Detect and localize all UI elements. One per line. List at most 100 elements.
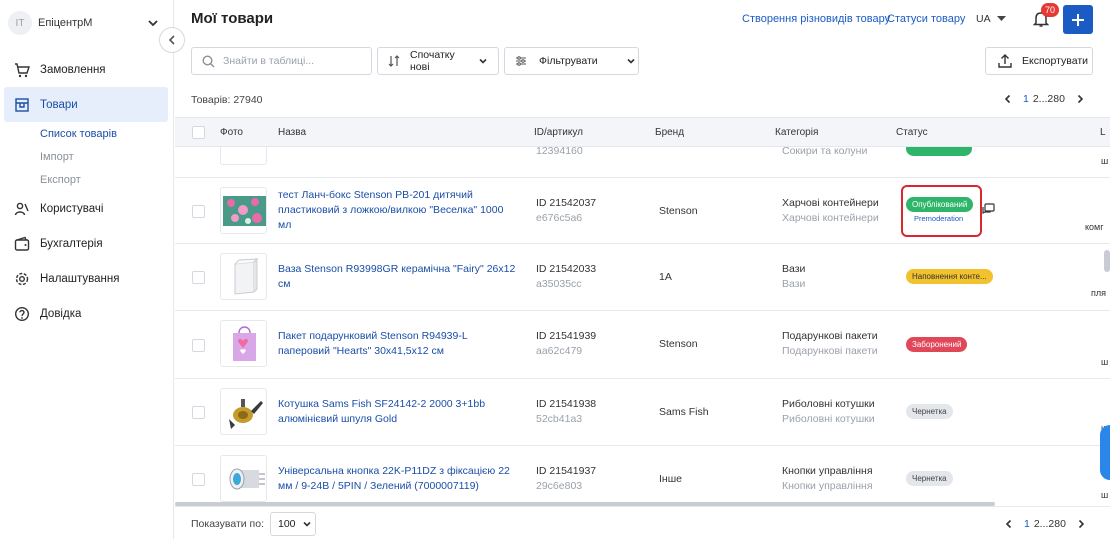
search-input[interactable]	[223, 55, 363, 67]
chevron-right-icon[interactable]	[1076, 519, 1086, 529]
product-photo[interactable]	[220, 388, 267, 435]
sidebar-item-label: Користувачі	[40, 202, 104, 215]
table-footer: Показувати по: 100 1 2...280	[175, 506, 1110, 539]
table-row[interactable]: тест Ланч-бокс Stenson PB-201 дитячий пл…	[175, 178, 1110, 244]
product-photo[interactable]	[220, 253, 267, 300]
language-select[interactable]: UA	[976, 13, 1006, 25]
chevron-right-icon[interactable]	[1075, 94, 1085, 104]
sidebar-item-products[interactable]: Товари	[4, 87, 168, 122]
page-current[interactable]: 1	[1023, 93, 1029, 105]
subnav-product-list[interactable]: Список товарів	[40, 122, 168, 145]
support-widget-button[interactable]	[1100, 425, 1110, 480]
select-all-checkbox[interactable]	[192, 126, 205, 139]
row-checkbox[interactable]	[192, 205, 205, 218]
sidebar-item-help[interactable]: Довідка	[4, 296, 168, 331]
search-box[interactable]	[191, 47, 372, 75]
chevron-left-icon[interactable]	[1003, 94, 1013, 104]
product-name-link[interactable]: Пакет подарунковий Stenson R94939-L папе…	[278, 329, 518, 359]
sidebar-item-label: Налаштування	[40, 272, 120, 285]
status-badge: Чернетка	[906, 404, 953, 419]
extra-cell: ш	[1101, 357, 1109, 367]
product-name-link[interactable]: Універсальна кнопка 22K-P11DZ з фіксаціє…	[278, 464, 518, 494]
toolbar: Спочатку нові Фільтрувати Експортувати	[175, 40, 1110, 80]
per-page-label: Показувати по:	[191, 518, 264, 530]
sidebar-item-orders[interactable]: Замовлення	[4, 52, 168, 87]
moderation-link[interactable]: Premoderation	[914, 214, 963, 223]
product-id: ID 21542037	[536, 197, 597, 209]
link-product-statuses[interactable]: Статуси товару	[887, 13, 965, 25]
product-category-cell: Риболовні котушки Риболовні котушки	[782, 397, 875, 427]
vertical-scrollbar[interactable]	[1104, 250, 1110, 272]
table-summary: Товарів: 27940 1 2...280	[175, 84, 1110, 114]
add-product-button[interactable]	[1063, 5, 1093, 34]
caret-down-icon	[996, 16, 1006, 21]
table-row: 12394160 Сокири та колуни ш	[175, 147, 1110, 178]
page-rest[interactable]: 2...280	[1034, 518, 1066, 530]
table-row[interactable]: Ваза Stenson R93998GR керамічна "Fairy" …	[175, 244, 1110, 311]
table-row[interactable]: Універсальна кнопка 22K-P11DZ з фіксаціє…	[175, 446, 1110, 502]
product-brand: Інше	[659, 473, 682, 485]
per-page-value: 100	[278, 518, 296, 530]
lunchbox-image	[223, 196, 266, 226]
page-current[interactable]: 1	[1024, 518, 1030, 530]
sidebar-nav: Замовлення Товари Список товарів Імпорт …	[4, 52, 168, 331]
status-badge: Заборонений	[906, 337, 968, 352]
sidebar-item-accounting[interactable]: Бухгалтерія	[4, 226, 168, 261]
product-brand: Sams Fish	[659, 406, 709, 418]
row-checkbox[interactable]	[192, 406, 205, 419]
product-name-link[interactable]: Ваза Stenson R93998GR керамічна "Fairy" …	[278, 262, 518, 292]
table-row[interactable]: Котушка Sams Fish SF24142-2 2000 3+1bb а…	[175, 379, 1110, 446]
product-photo[interactable]	[220, 455, 267, 502]
products-icon	[15, 97, 29, 112]
product-count: Товарів: 27940	[191, 94, 263, 106]
sidebar-item-label: Товари	[40, 98, 78, 111]
subnav-export[interactable]: Експорт	[40, 168, 168, 191]
product-photo[interactable]	[220, 147, 267, 165]
product-id: ID 21542033	[536, 263, 597, 275]
row-checkbox[interactable]	[192, 473, 205, 486]
column-brand[interactable]: Бренд	[655, 127, 684, 138]
product-name-link[interactable]: тест Ланч-бокс Stenson PB-201 дитячий пл…	[278, 188, 518, 233]
product-id-cell: ID 21542037 e676c5a6	[536, 196, 596, 226]
status-badge: Чернетка	[906, 471, 953, 486]
upload-icon	[998, 54, 1012, 68]
row-checkbox[interactable]	[192, 339, 205, 352]
sidebar-item-label: Замовлення	[40, 63, 106, 76]
product-sku: 12394160	[536, 147, 583, 157]
column-status[interactable]: Статус	[896, 127, 928, 138]
product-sku: aa62c479	[536, 345, 583, 357]
chevron-left-icon[interactable]	[1004, 519, 1014, 529]
product-id-cell: ID 21541938 52cb41a3	[536, 397, 596, 427]
product-category-sub: Харчові контейнери	[782, 212, 879, 224]
column-name[interactable]: Назва	[278, 127, 306, 138]
export-button[interactable]: Експортувати	[985, 47, 1093, 75]
chat-icon[interactable]	[982, 203, 995, 216]
product-name-link[interactable]: Котушка Sams Fish SF24142-2 2000 3+1bb а…	[278, 397, 518, 427]
link-create-variants[interactable]: Створення різновидів товару	[742, 13, 890, 25]
column-category[interactable]: Категорія	[775, 127, 818, 138]
language-value: UA	[976, 13, 991, 25]
product-photo[interactable]	[220, 187, 267, 234]
table-body: 12394160 Сокири та колуни ш тест Ланч-бо…	[175, 147, 1110, 502]
sidebar-item-users[interactable]: Користувачі	[4, 191, 168, 226]
product-photo[interactable]	[220, 320, 267, 367]
table-row[interactable]: Пакет подарунковий Stenson R94939-L папе…	[175, 311, 1110, 379]
filter-dropdown[interactable]: Фільтрувати	[504, 47, 639, 75]
org-switcher[interactable]: IT ЕпіцентрМ	[8, 10, 160, 36]
sidebar-collapse-button[interactable]	[159, 27, 185, 53]
pagination-bottom: 1 2...280	[1004, 518, 1086, 530]
product-id: ID 21541939	[536, 330, 597, 342]
sort-dropdown[interactable]: Спочатку нові	[377, 47, 499, 75]
gift-bag-image	[233, 326, 256, 361]
product-category-cell: Харчові контейнери Харчові контейнери	[782, 196, 879, 226]
extra-cell: комг	[1085, 222, 1104, 232]
page-rest[interactable]: 2...280	[1033, 93, 1065, 105]
row-checkbox[interactable]	[192, 271, 205, 284]
sidebar-item-settings[interactable]: Налаштування	[4, 261, 168, 296]
subnav-import[interactable]: Імпорт	[40, 145, 168, 168]
column-id[interactable]: ID/артикул	[534, 127, 583, 138]
sidebar: IT ЕпіцентрМ Замовлення Товари Список то…	[0, 0, 174, 539]
product-id: ID 21541937	[536, 465, 597, 477]
per-page-select[interactable]: 100	[270, 512, 316, 536]
cart-icon	[15, 62, 30, 77]
